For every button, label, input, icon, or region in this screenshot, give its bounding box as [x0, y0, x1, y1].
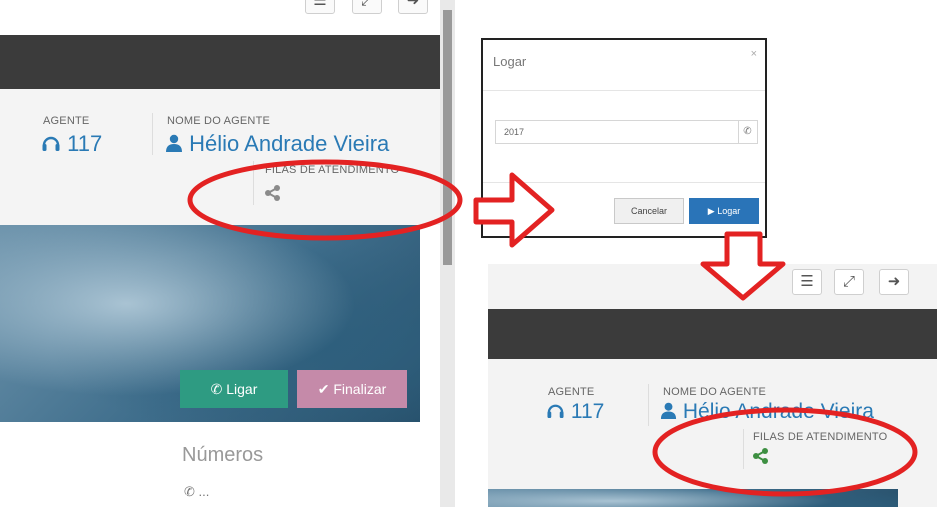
info-divider: [152, 113, 153, 155]
phone-icon: ✆: [210, 380, 223, 397]
menu-button[interactable]: ☰: [792, 269, 822, 295]
queues-divider: [253, 161, 254, 205]
agent-panel-after: ☰ ⤢ ➜ AGENTE 117 NOME DO AGENTE Hélio An…: [488, 264, 937, 507]
expand-button[interactable]: ⤢: [834, 269, 864, 295]
header-bar: [0, 35, 455, 89]
expand-icon: ⤢: [360, 0, 373, 9]
agent-name-label: NOME DO AGENTE: [663, 386, 767, 398]
scrollbar[interactable]: [440, 0, 455, 507]
hero-image: [488, 489, 898, 507]
scrollbar-thumb[interactable]: [443, 10, 452, 265]
headset-icon: [42, 136, 60, 151]
logout-icon: ➜: [887, 273, 901, 290]
logout-button[interactable]: ➜: [398, 0, 428, 14]
logout-icon: ➜: [406, 0, 420, 9]
dialog-header-divider: [483, 90, 765, 91]
queues-label: FILAS DE ATENDIMENTO: [265, 164, 400, 176]
numbers-title: Números: [182, 444, 264, 466]
logout-button[interactable]: ➜: [879, 269, 909, 295]
queues-button[interactable]: [264, 184, 284, 204]
headset-icon: [547, 404, 564, 419]
header-bar: [488, 309, 937, 359]
agent-info: AGENTE 117 NOME DO AGENTE Hélio Andrade …: [0, 89, 455, 225]
agent-label: AGENTE: [548, 386, 595, 398]
phone-icon: ✆: [738, 120, 758, 144]
play-icon: ▶: [707, 205, 715, 216]
agent-panel-before: ☰ ⤢ ➜ AGENTE 117 NOME DO AGENTE Hélio An…: [0, 0, 455, 507]
queues-divider: [743, 429, 744, 469]
info-divider: [648, 384, 649, 426]
queues-label: FILAS DE ATENDIMENTO: [753, 431, 888, 443]
share-icon: [753, 448, 768, 464]
agent-label: AGENTE: [43, 115, 90, 127]
dialog-footer-divider: [483, 182, 765, 183]
phone-number-item: ✆ ...: [184, 484, 210, 499]
cancel-button[interactable]: Cancelar: [614, 198, 684, 224]
check-icon: ✔: [317, 380, 330, 397]
extension-input[interactable]: [495, 120, 739, 144]
phone-icon: ✆: [184, 484, 195, 499]
login-button[interactable]: ▶ Logar: [689, 198, 759, 224]
call-button[interactable]: ✆ Ligar: [180, 370, 288, 408]
login-dialog: Logar × ✆ Cancelar ▶ Logar: [481, 38, 767, 238]
agent-number: 117: [41, 131, 102, 157]
user-icon: [166, 134, 182, 152]
agent-name: Hélio Andrade Vieira: [660, 400, 874, 424]
close-icon[interactable]: ×: [751, 48, 757, 60]
agent-number: 117: [546, 400, 604, 424]
queues-button[interactable]: [752, 447, 772, 467]
menu-icon: ☰: [800, 273, 814, 290]
finish-button[interactable]: ✔ Finalizar: [297, 370, 407, 408]
agent-name: Hélio Andrade Vieira: [165, 131, 389, 157]
menu-button[interactable]: ☰: [305, 0, 335, 14]
agent-name-label: NOME DO AGENTE: [167, 115, 271, 127]
dialog-title: Logar: [493, 54, 527, 69]
user-icon: [660, 402, 677, 419]
menu-icon: ☰: [313, 0, 327, 9]
expand-button[interactable]: ⤢: [352, 0, 382, 14]
share-icon: [265, 185, 280, 201]
expand-icon: ⤢: [842, 273, 855, 290]
